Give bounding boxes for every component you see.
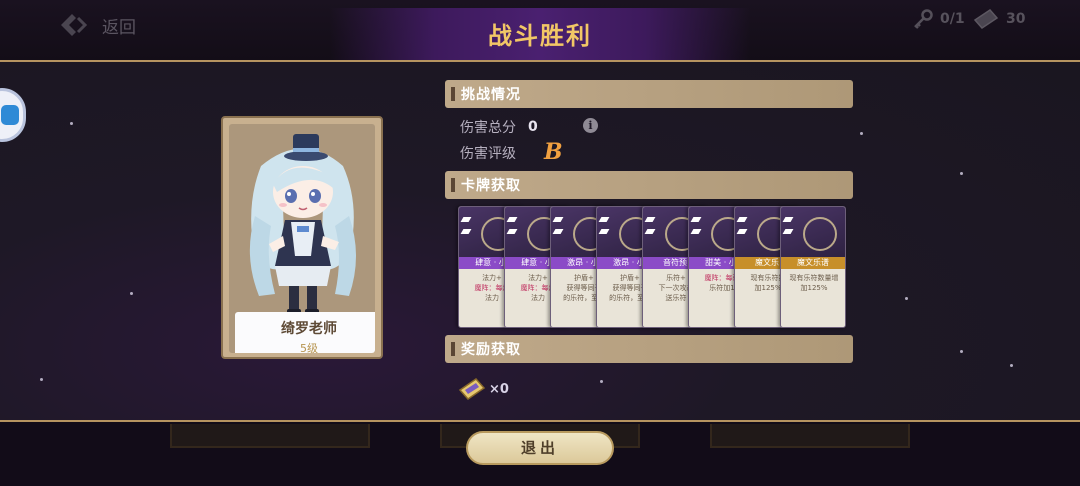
star-decoration [40, 378, 43, 381]
info-icon[interactable]: i [583, 118, 598, 133]
challenge-section-header: 挑战情况 [445, 80, 853, 108]
damage-grade-value: B [544, 139, 563, 165]
rewards-section-title: 奖励获取 [461, 342, 521, 358]
card-pip-icon [460, 229, 472, 234]
damage-total-value: 0 [528, 119, 538, 135]
challenge-section-title: 挑战情况 [461, 87, 521, 103]
character-name: 绮罗老师 [281, 321, 337, 337]
ticket-counter: 30 [972, 8, 1025, 30]
star-decoration [1010, 364, 1013, 367]
card-pip-icon [736, 217, 748, 222]
character-portrait-frame: 绮罗老师 5级 [229, 124, 375, 353]
card-pip-icon [782, 229, 794, 234]
character-name-box: 绮罗老师 5级 [235, 312, 375, 353]
character-card: 绮罗老师 5级 [221, 116, 383, 359]
ticket-icon [973, 9, 999, 29]
card-pip-icon [690, 229, 702, 234]
card-pip-icon [460, 217, 472, 222]
star-decoration [960, 172, 963, 175]
card-pip-icon [644, 229, 656, 234]
card-art [781, 207, 845, 259]
top-bar: 返回 战斗胜利 0/1 30 [0, 0, 1080, 62]
damage-grade-row: 伤害评级 [460, 143, 516, 163]
card-pip-icon [690, 217, 702, 222]
background-card [710, 424, 910, 448]
page-title: 战斗胜利 [330, 8, 750, 62]
card-pip-icon [782, 217, 794, 222]
background-card [170, 424, 370, 448]
back-button[interactable]: 返回 [58, 10, 136, 40]
card-pip-icon [598, 217, 610, 222]
card-emblem-icon [803, 217, 837, 251]
character-portrait [249, 134, 356, 315]
star-decoration [600, 380, 603, 383]
exit-button[interactable]: 退出 [466, 431, 614, 465]
key-icon [914, 9, 933, 29]
star-decoration [960, 350, 963, 353]
card-pip-icon [506, 229, 518, 234]
chat-icon [1, 105, 19, 125]
back-arrow-icon [61, 14, 88, 36]
ticket-count: 30 [1006, 11, 1026, 27]
card-list: 肆意 · 小 法力+ 魔阵：每炬 法力 肆意 · 小 法力+ 魔阵：每炬 法力 激昂 ·… [458, 206, 848, 328]
ticket-icon [458, 378, 486, 400]
star-decoration [130, 292, 133, 295]
cards-section-title: 卡牌获取 [461, 178, 521, 194]
cards-section-header: 卡牌获取 [445, 171, 853, 199]
card-item[interactable]: 魔文乐谱 现有乐符数量增 加125% [780, 206, 846, 328]
card-pip-icon [552, 229, 564, 234]
card-description: 现有乐符数量增 加125% [789, 274, 839, 292]
damage-grade-label: 伤害评级 [460, 146, 516, 162]
damage-total-label: 伤害总分 [460, 120, 516, 136]
card-name: 魔文乐谱 [781, 257, 845, 269]
card-pip-icon [736, 229, 748, 234]
card-pip-icon [644, 217, 656, 222]
key-count: 0/1 [940, 11, 965, 27]
reward-ticket[interactable]: ×0 [457, 377, 509, 401]
card-pip-icon [506, 217, 518, 222]
card-pip-icon [552, 217, 564, 222]
card-pip-icon [598, 229, 610, 234]
key-counter: 0/1 [912, 8, 965, 30]
star-decoration [860, 132, 863, 135]
character-level: 5级 [300, 342, 318, 353]
star-decoration [905, 297, 908, 300]
rewards-section-header: 奖励获取 [445, 335, 853, 363]
damage-total-row: 伤害总分 0 [460, 117, 538, 137]
back-label: 返回 [102, 17, 136, 38]
star-decoration [70, 122, 73, 125]
reward-ticket-count: ×0 [489, 381, 509, 397]
